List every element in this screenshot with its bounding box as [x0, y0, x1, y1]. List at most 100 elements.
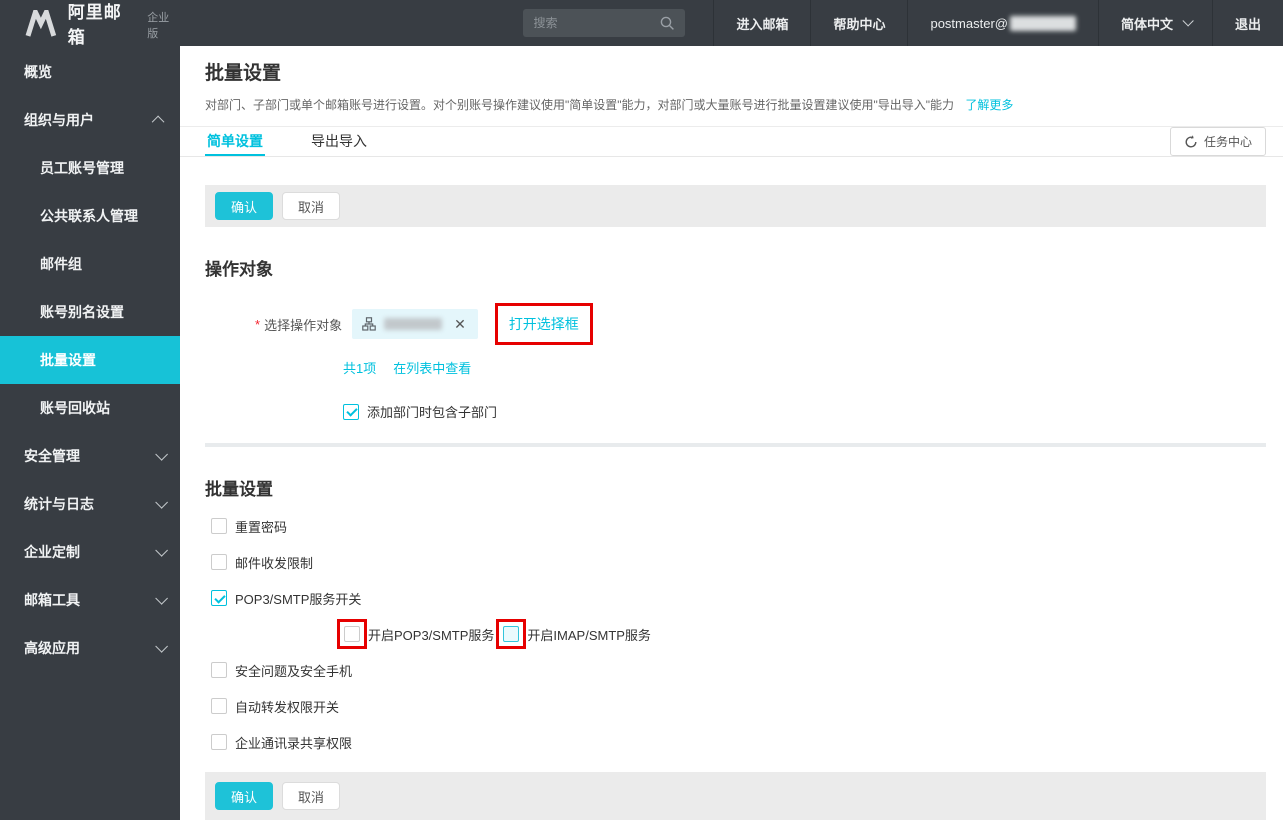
option-label: POP3/SMTP服务开关 — [235, 591, 362, 607]
chevron-up-icon — [151, 115, 165, 128]
red-highlight-box — [337, 619, 367, 649]
help-center-link[interactable]: 帮助中心 — [810, 0, 907, 46]
security-question-checkbox[interactable] — [211, 662, 227, 678]
mail-limit-checkbox[interactable] — [211, 554, 227, 570]
sidebar-item-label: 账号别名设置 — [40, 304, 124, 320]
tab-label: 简单设置 — [207, 132, 263, 149]
enter-mailbox-label: 进入邮箱 — [736, 16, 789, 32]
tab-simple-settings[interactable]: 简单设置 — [205, 127, 265, 156]
chip-close-icon[interactable]: ✕ — [452, 316, 468, 333]
sidebar-item-security-management[interactable]: 安全管理 — [0, 432, 180, 480]
sidebar-item-mail-groups[interactable]: 邮件组 — [0, 240, 180, 288]
sidebar-nav: 概览 组织与用户 员工账号管理 公共联系人管理 邮件组 账号别名设置 批量设置 — [0, 46, 180, 820]
sub-option-label: 开启IMAP/SMTP服务 — [527, 627, 651, 643]
contacts-share-checkbox[interactable] — [211, 734, 227, 750]
confirm-button[interactable]: 确认 — [215, 192, 274, 220]
reset-password-checkbox[interactable] — [211, 518, 227, 534]
sidebar-item-public-contacts[interactable]: 公共联系人管理 — [0, 192, 180, 240]
bottom-action-bar: 确认 取消 — [205, 772, 1266, 820]
sidebar-item-account-recycle-bin[interactable]: 账号回收站 — [0, 384, 180, 432]
sidebar-item-label: 企业定制 — [24, 544, 80, 560]
enable-pop3-smtp-checkbox[interactable] — [344, 626, 360, 642]
open-selector-link[interactable]: 打开选择框 — [509, 314, 579, 334]
sidebar-item-mailbox-tools[interactable]: 邮箱工具 — [0, 576, 180, 624]
select-target-label: 选择操作对象 — [264, 317, 343, 333]
language-selector[interactable]: 简体中文 — [1097, 0, 1212, 46]
header-search-box[interactable] — [523, 9, 686, 37]
cancel-button[interactable]: 取消 — [282, 782, 341, 810]
selection-summary-row: 共1项 在列表中查看 — [205, 358, 1266, 377]
account-menu[interactable]: postmaster@ — [907, 0, 1098, 46]
sidebar-item-stats-logs[interactable]: 统计与日志 — [0, 480, 180, 528]
help-center-label: 帮助中心 — [833, 16, 886, 32]
sidebar-item-label: 高级应用 — [24, 640, 80, 656]
page-title: 批量设置 — [205, 63, 282, 84]
sub-option-imap: 开启IMAP/SMTP服务 — [496, 619, 651, 649]
required-asterisk: * — [255, 316, 261, 332]
sub-option-label: 开启POP3/SMTP服务 — [368, 627, 495, 643]
task-refresh-icon — [1185, 134, 1197, 147]
include-sub-departments-checkbox[interactable] — [343, 403, 359, 420]
tab-bar: 简单设置 导出导入 任务中心 — [180, 126, 1283, 157]
top-header-bar: 阿里邮箱 企业版 进入邮箱 帮助中心 postmaster@ 简体中文 — [0, 0, 1283, 47]
page-description: 对部门、子部门或单个邮箱账号进行设置。对个别账号操作建议使用"简单设置"能力，对… — [205, 97, 1266, 126]
tab-export-import[interactable]: 导出导入 — [309, 127, 369, 156]
sidebar-item-label: 统计与日志 — [24, 496, 94, 512]
include-sub-departments-label: 添加部门时包含子部门 — [367, 405, 498, 420]
search-input[interactable] — [533, 16, 660, 30]
logout-button[interactable]: 退出 — [1211, 0, 1283, 46]
alimail-m-logo-icon — [25, 9, 57, 37]
page-description-text: 对部门、子部门或单个邮箱账号进行设置。对个别账号操作建议使用"简单设置"能力，对… — [205, 98, 955, 112]
sidebar-item-label: 邮箱工具 — [24, 592, 80, 608]
sidebar-item-label: 邮件组 — [40, 256, 82, 272]
sub-option-pop3: 开启POP3/SMTP服务 — [337, 619, 494, 649]
chevron-down-icon — [155, 591, 168, 605]
tab-label: 导出导入 — [311, 132, 367, 149]
option-label: 企业通讯录共享权限 — [235, 735, 353, 751]
confirm-button[interactable]: 确认 — [215, 782, 274, 810]
sidebar-item-label: 账号回收站 — [40, 400, 110, 416]
account-address: postmaster@ — [930, 15, 1008, 31]
sidebar-item-label: 公共联系人管理 — [40, 208, 138, 224]
option-label: 邮件收发限制 — [235, 555, 314, 571]
search-icon — [661, 16, 675, 30]
sidebar-item-label: 安全管理 — [24, 448, 80, 464]
sidebar-item-label: 组织与用户 — [24, 112, 94, 128]
sidebar-item-alias-settings[interactable]: 账号别名设置 — [0, 288, 180, 336]
selected-department-chip[interactable]: ✕ — [352, 309, 478, 339]
batch-options-list: 重置密码 邮件收发限制 POP3/SMTP服务开关 开启POP3/SMTP服务 … — [205, 516, 1266, 752]
learn-more-link[interactable]: 了解更多 — [965, 98, 1013, 112]
pop3-imap-sub-options-row: 开启POP3/SMTP服务 开启IMAP/SMTP服务 — [211, 619, 1266, 649]
option-pop3-smtp-switch: POP3/SMTP服务开关 — [211, 588, 1266, 608]
option-security-question-phone: 安全问题及安全手机 — [211, 660, 1266, 680]
auto-forward-checkbox[interactable] — [211, 698, 227, 714]
target-section-heading: 操作对象 — [205, 260, 273, 279]
form-area: 确认 取消 操作对象 * 选择操作对象 ✕ 打开选择框 共1项 在列表中查看 添… — [180, 157, 1283, 820]
enable-imap-smtp-checkbox[interactable] — [503, 626, 520, 642]
red-highlight-box — [496, 619, 527, 649]
header-nav: 进入邮箱 帮助中心 postmaster@ 简体中文 退出 — [713, 0, 1283, 46]
item-count-link[interactable]: 共1项 — [343, 358, 376, 377]
sidebar-item-org-users[interactable]: 组织与用户 — [0, 96, 180, 144]
task-center-button[interactable]: 任务中心 — [1169, 127, 1266, 156]
option-label: 自动转发权限开关 — [235, 699, 340, 715]
top-action-bar: 确认 取消 — [205, 185, 1266, 227]
red-highlight-box: 打开选择框 — [494, 303, 593, 345]
sidebar-item-employee-accounts[interactable]: 员工账号管理 — [0, 144, 180, 192]
batch-section-heading: 批量设置 — [205, 480, 273, 499]
sidebar-item-enterprise-customization[interactable]: 企业定制 — [0, 528, 180, 576]
option-reset-password: 重置密码 — [211, 516, 1266, 536]
cancel-button[interactable]: 取消 — [282, 192, 341, 220]
sidebar-item-batch-settings[interactable]: 批量设置 — [0, 336, 180, 384]
enter-mailbox-link[interactable]: 进入邮箱 — [713, 0, 810, 46]
sidebar-item-advanced-apps[interactable]: 高级应用 — [0, 624, 180, 672]
language-label: 简体中文 — [1120, 16, 1173, 32]
brand-logo: 阿里邮箱 企业版 — [0, 0, 180, 47]
chevron-down-icon — [155, 495, 168, 509]
view-in-list-link[interactable]: 在列表中查看 — [393, 358, 471, 377]
option-label: 安全问题及安全手机 — [235, 663, 353, 679]
logout-label: 退出 — [1234, 16, 1261, 32]
pop3-smtp-switch-checkbox[interactable] — [211, 590, 227, 606]
task-center-label: 任务中心 — [1203, 135, 1252, 149]
sidebar-item-overview[interactable]: 概览 — [0, 48, 180, 96]
